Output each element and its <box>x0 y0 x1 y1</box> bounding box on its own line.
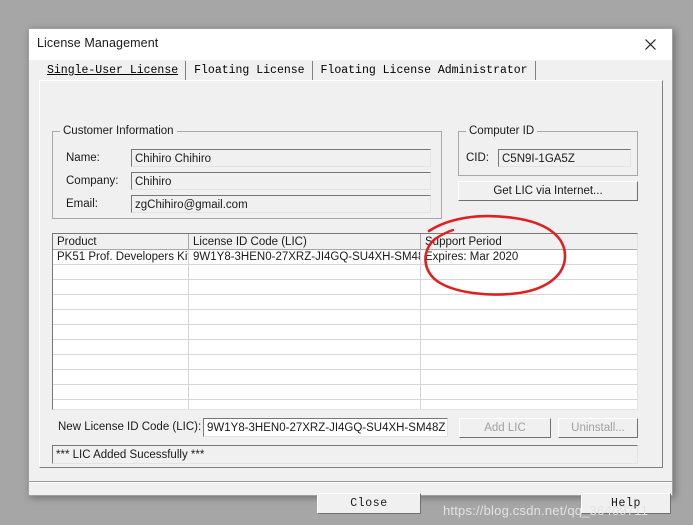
cell-empty <box>421 280 637 295</box>
table-row[interactable] <box>53 280 637 295</box>
company-label: Company: <box>66 175 119 187</box>
cell-empty <box>189 370 421 385</box>
name-input[interactable]: Chihiro Chihiro <box>131 149 431 167</box>
cid-field-row: CID: C5N9I-1GA5Z <box>466 149 631 167</box>
cell-empty <box>53 400 189 409</box>
table-row[interactable] <box>53 310 637 325</box>
cell-empty <box>421 370 637 385</box>
cell-empty <box>53 355 189 370</box>
cell-empty <box>53 310 189 325</box>
cell-empty <box>189 295 421 310</box>
cell-empty <box>189 385 421 400</box>
email-input[interactable]: zgChihiro@gmail.com <box>131 195 431 213</box>
cell-empty <box>421 295 637 310</box>
table-row[interactable] <box>53 325 637 340</box>
table-row[interactable] <box>53 370 637 385</box>
page-title: License Management <box>37 36 159 50</box>
watermark-text: https://blog.csdn.net/qq_36409711 <box>443 503 649 518</box>
table-row[interactable] <box>53 295 637 310</box>
computer-id-title: Computer ID <box>466 125 538 137</box>
email-label: Email: <box>66 198 98 210</box>
cid-label: CID: <box>466 152 489 164</box>
close-icon[interactable] <box>628 29 672 59</box>
tab-floating-license-administrator[interactable]: Floating License Administrator <box>312 61 536 80</box>
cell-empty <box>53 385 189 400</box>
cell-empty <box>53 325 189 340</box>
cell-empty <box>189 355 421 370</box>
column-header-product[interactable]: Product <box>53 234 189 250</box>
cell-empty <box>189 340 421 355</box>
cell-empty <box>189 310 421 325</box>
cid-input[interactable]: C5N9I-1GA5Z <box>498 149 631 167</box>
table-row[interactable] <box>53 355 637 370</box>
table-row[interactable] <box>53 340 637 355</box>
cell-empty <box>421 355 637 370</box>
tab-panel-single-user-license: Customer Information Name: Chihiro Chihi… <box>39 80 663 468</box>
cell-support-period: Expires: Mar 2020 <box>421 250 637 265</box>
name-label: Name: <box>66 152 100 164</box>
cell-empty <box>421 385 637 400</box>
cell-product: PK51 Prof. Developers Kit <box>53 250 189 265</box>
table-row[interactable]: PK51 Prof. Developers Kit 9W1Y8-3HEN0-27… <box>53 250 637 265</box>
add-lic-button[interactable]: Add LIC <box>459 418 551 438</box>
window-title-bar: License Management <box>29 29 672 60</box>
table-row[interactable] <box>53 385 637 400</box>
cell-empty <box>189 400 421 409</box>
name-field-row: Name: Chihiro Chihiro <box>66 149 431 167</box>
customer-information-title: Customer Information <box>60 125 177 137</box>
get-lic-via-internet-button[interactable]: Get LIC via Internet... <box>458 181 638 201</box>
cell-empty <box>189 325 421 340</box>
cell-license-id-code: 9W1Y8-3HEN0-27XRZ-JI4GQ-SU4XH-SM48Z <box>189 250 421 265</box>
close-button[interactable]: Close <box>317 493 421 514</box>
company-input[interactable]: Chihiro <box>131 172 431 190</box>
cell-empty <box>53 280 189 295</box>
uninstall-button[interactable]: Uninstall... <box>558 418 638 438</box>
footer-divider <box>29 481 672 483</box>
table-empty-rows <box>53 265 637 409</box>
tab-single-user-license[interactable]: Single-User License <box>39 61 187 80</box>
cell-empty <box>421 265 637 280</box>
table-row[interactable] <box>53 265 637 280</box>
cell-empty <box>189 265 421 280</box>
cell-empty <box>53 265 189 280</box>
column-header-license-id-code[interactable]: License ID Code (LIC) <box>189 234 421 250</box>
cell-empty <box>53 295 189 310</box>
table-header-row: Product License ID Code (LIC) Support Pe… <box>53 234 637 250</box>
table-row[interactable] <box>53 400 637 409</box>
cell-empty <box>421 400 637 409</box>
tab-floating-license[interactable]: Floating License <box>186 61 313 80</box>
license-management-window: License Management Single-User License F… <box>28 28 673 514</box>
cell-empty <box>53 370 189 385</box>
cell-empty <box>421 310 637 325</box>
cell-empty <box>421 340 637 355</box>
new-license-id-code-label: New License ID Code (LIC): <box>58 421 202 433</box>
column-header-support-period[interactable]: Support Period <box>421 234 637 250</box>
new-license-id-code-input[interactable]: 9W1Y8-3HEN0-27XRZ-JI4GQ-SU4XH-SM48Z <box>203 418 448 437</box>
status-message: *** LIC Added Sucessfully *** <box>52 445 638 464</box>
cell-empty <box>53 340 189 355</box>
cell-empty <box>421 325 637 340</box>
cell-empty <box>189 280 421 295</box>
company-field-row: Company: Chihiro <box>66 172 431 190</box>
email-field-row: Email: zgChihiro@gmail.com <box>66 195 431 213</box>
tab-strip: Single-User License Floating License Flo… <box>39 61 536 80</box>
license-table[interactable]: Product License ID Code (LIC) Support Pe… <box>52 233 638 410</box>
